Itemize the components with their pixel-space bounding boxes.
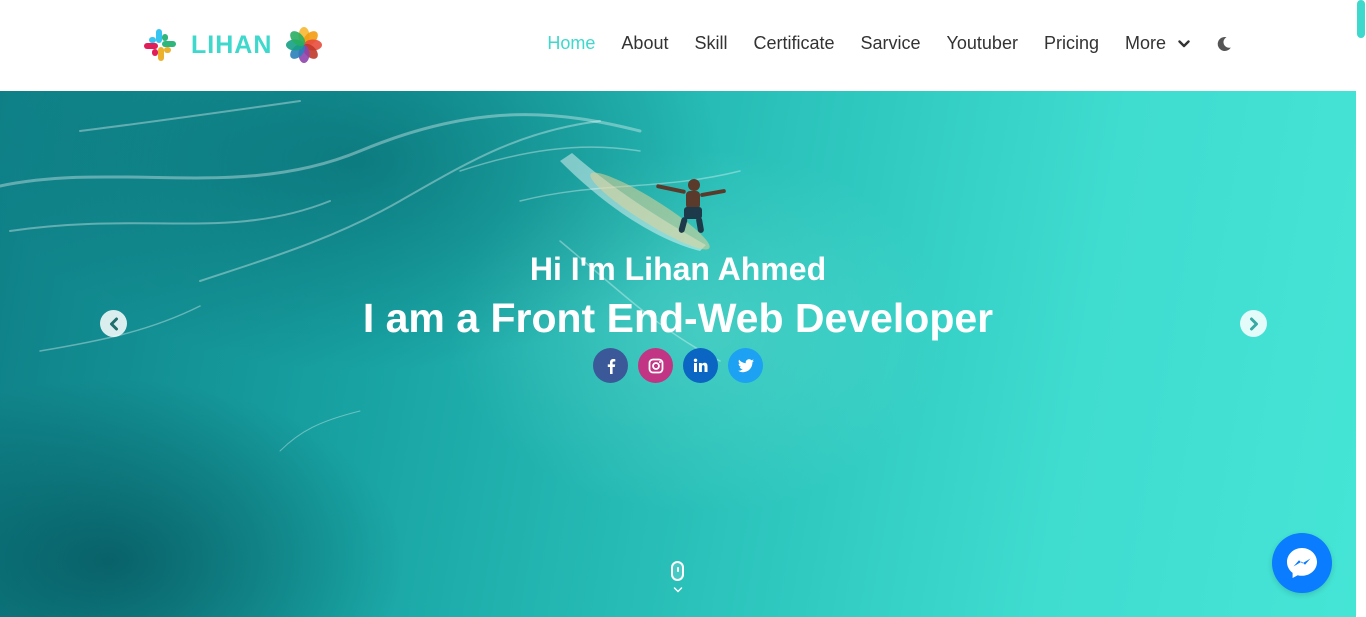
nav-sarvice[interactable]: Sarvice [861,33,921,54]
nav-certificate[interactable]: Certificate [753,33,834,54]
hero-banner: Hi I'm Lihan Ahmed I am a Front End-Web … [0,91,1356,617]
scrollbar-thumb[interactable] [1357,0,1365,38]
twitter-link[interactable] [728,348,763,383]
linkedin-link[interactable] [683,348,718,383]
carousel-next-button[interactable] [1240,310,1267,337]
chevron-down-icon [1178,39,1190,47]
scroll-chevron-down-icon [673,587,683,593]
social-links [593,348,773,383]
nav-skill[interactable]: Skill [694,33,727,54]
nav-more-label: More [1124,33,1166,53]
linkedin-icon [693,358,708,372]
scroll-down-mouse-icon[interactable] [671,561,684,581]
brand-name: LIHAN [191,30,273,59]
chevron-right-icon [1249,317,1258,330]
carousel-prev-button[interactable] [100,310,127,337]
messenger-chat-button[interactable] [1272,533,1332,593]
instagram-link[interactable] [638,348,673,383]
messenger-icon [1287,548,1317,578]
twitter-icon [737,358,754,372]
moon-icon[interactable] [1216,36,1232,52]
hero-greeting: Hi I'm Lihan Ahmed [529,251,827,287]
brand-logo[interactable]: LIHAN [143,27,323,63]
hero-role: I am a Front End-Web Developer [362,295,994,341]
facebook-icon [607,358,615,374]
page-scrollbar[interactable] [1356,0,1366,617]
nav-pricing[interactable]: Pricing [1044,33,1099,54]
facebook-link[interactable] [593,348,628,383]
chevron-left-icon [109,317,118,330]
nav-home[interactable]: Home [547,33,595,54]
nav-youtuber[interactable]: Youtuber [947,33,1018,54]
photos-flower-icon [286,27,323,63]
instagram-icon [648,358,663,373]
main-nav: Home About Skill Certificate Sarvice You… [521,33,1232,54]
nav-more-dropdown[interactable]: More [1125,33,1190,54]
nav-about[interactable]: About [621,33,668,54]
site-header: LIHAN Home About Skill Certificate Sarvi… [0,0,1356,91]
slack-logo-icon [144,29,176,61]
mouse-wheel-dot [677,567,679,572]
